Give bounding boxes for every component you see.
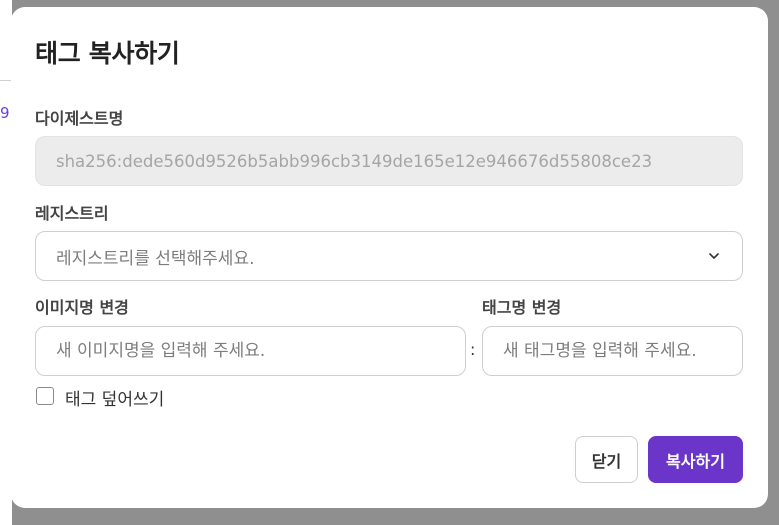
- copy-button[interactable]: 복사하기: [648, 436, 743, 483]
- image-name-input[interactable]: [35, 326, 466, 376]
- overwrite-checkbox[interactable]: [36, 387, 54, 405]
- digest-label: 다이제스트명: [35, 109, 124, 128]
- registry-label: 레지스트리: [35, 204, 109, 223]
- dialog-title: 태그 복사하기: [35, 39, 180, 68]
- name-tag-separator: :: [470, 340, 476, 359]
- background-text: 9: [0, 104, 10, 122]
- chevron-down-icon: [709, 253, 719, 259]
- image-name-label: 이미지명 변경: [35, 298, 129, 317]
- copy-tag-dialog: 태그 복사하기 다이제스트명 sha256:dede560d9526b5abb9…: [11, 7, 768, 508]
- registry-placeholder: 레지스트리를 선택해주세요.: [56, 248, 255, 269]
- tag-name-input[interactable]: [482, 326, 743, 376]
- close-button[interactable]: 닫기: [575, 436, 638, 483]
- overwrite-label[interactable]: 태그 덮어쓰기: [65, 385, 164, 410]
- tag-name-label: 태그명 변경: [482, 298, 562, 317]
- registry-select[interactable]: 레지스트리를 선택해주세요.: [35, 231, 743, 281]
- digest-field: sha256:dede560d9526b5abb996cb3149de165e1…: [35, 136, 743, 186]
